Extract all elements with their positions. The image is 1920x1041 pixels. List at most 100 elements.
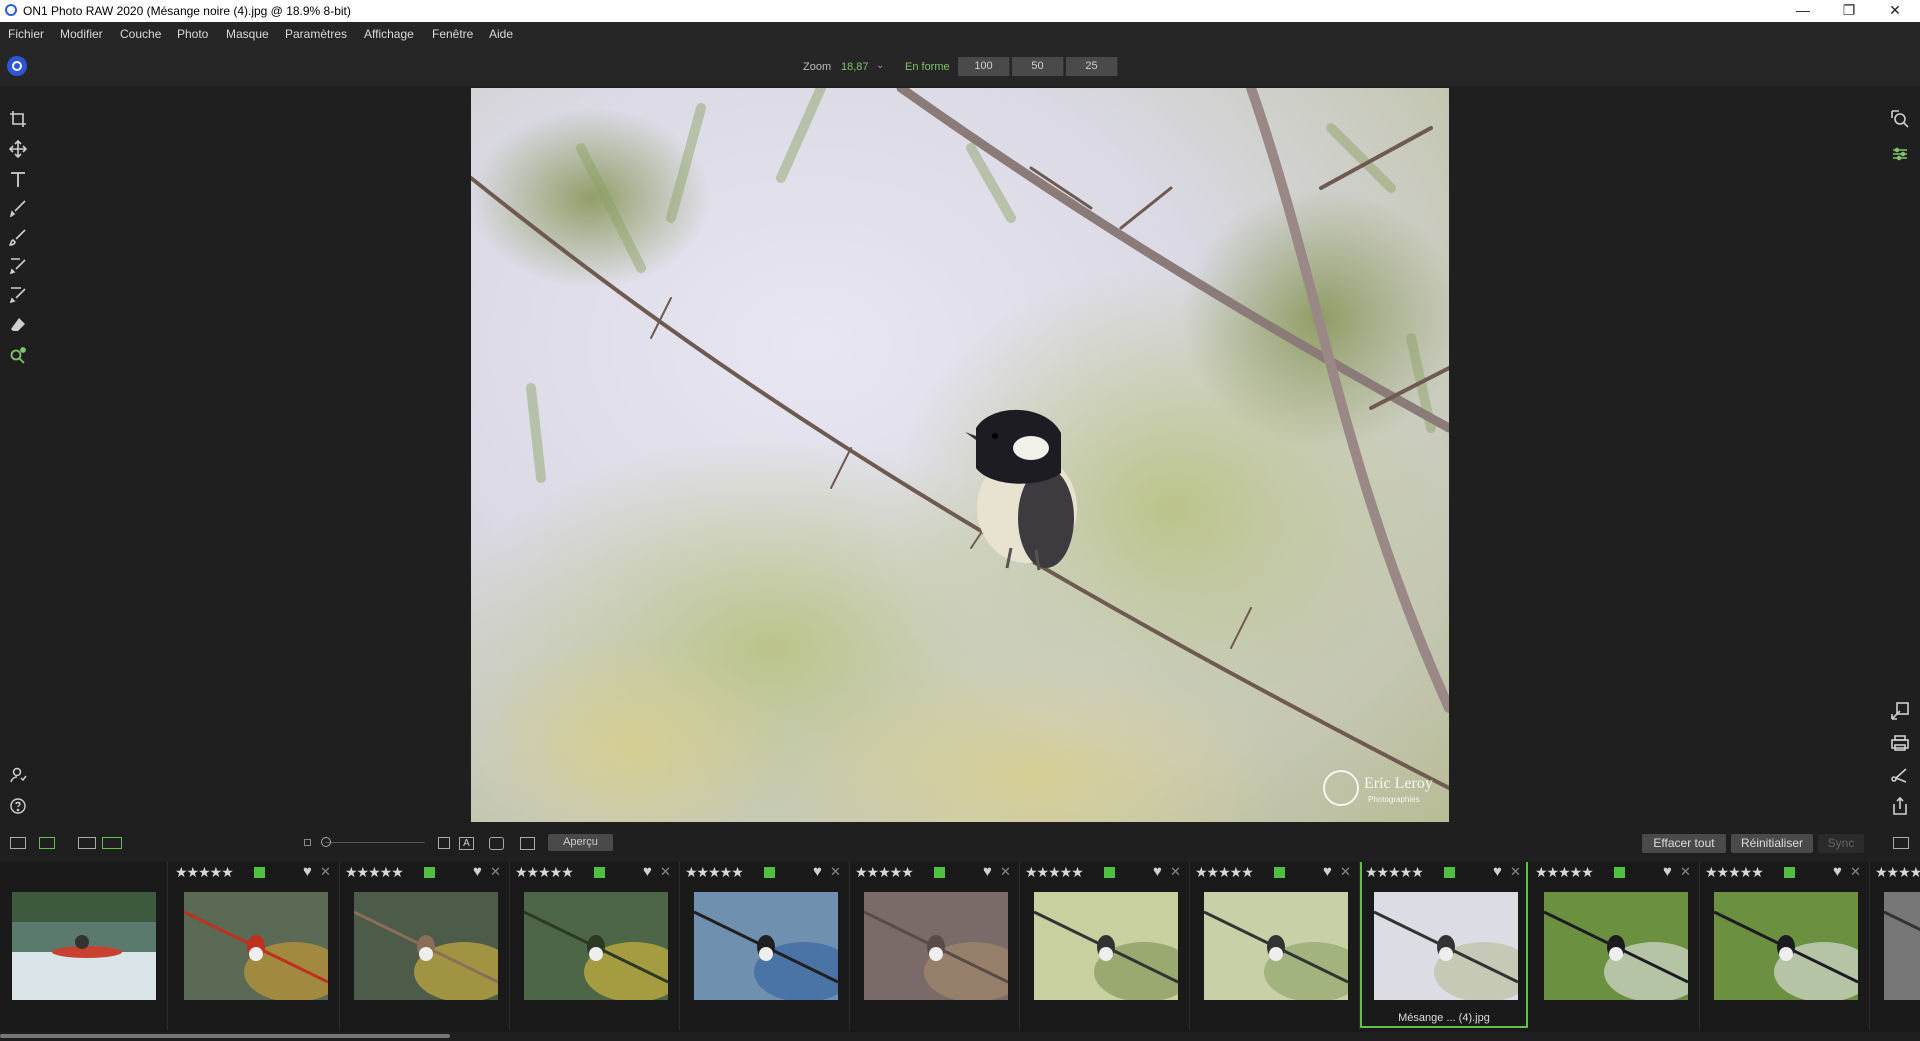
heart-icon[interactable]: ♥ <box>1663 863 1672 880</box>
filmstrip-thumb[interactable]: ★★★★★♥✕ <box>1192 862 1360 1030</box>
user-icon[interactable] <box>6 764 30 786</box>
reject-icon[interactable]: ✕ <box>1510 864 1521 880</box>
reject-icon[interactable]: ✕ <box>1170 864 1181 880</box>
menu-masque[interactable]: Masque <box>226 27 269 41</box>
zoom-100-button[interactable]: 100 <box>958 57 1010 76</box>
zoom-50-button[interactable]: 50 <box>1012 57 1064 76</box>
rating-stars[interactable]: ★★★★★ <box>515 864 574 881</box>
close-button[interactable]: ✕ <box>1872 0 1918 22</box>
reject-icon[interactable]: ✕ <box>830 864 841 880</box>
reinitialiser-button[interactable]: Réinitialiser <box>1731 834 1813 853</box>
heart-icon[interactable]: ♥ <box>643 863 652 880</box>
crop-icon[interactable] <box>6 108 30 130</box>
heart-icon[interactable]: ♥ <box>1833 863 1842 880</box>
rating-stars[interactable]: ★★★★★ <box>1705 864 1764 881</box>
thumbnail-image[interactable] <box>354 892 498 1000</box>
reject-icon[interactable]: ✕ <box>1340 864 1351 880</box>
zoom-value[interactable]: 18,87 <box>841 61 869 73</box>
color-label-icon[interactable] <box>764 867 775 878</box>
text-icon[interactable] <box>6 168 30 190</box>
reject-icon[interactable]: ✕ <box>1850 864 1861 880</box>
thumbnail-image[interactable] <box>524 892 668 1000</box>
filmstrip-thumb[interactable] <box>0 862 168 1030</box>
rating-stars[interactable]: ★★★★★ <box>175 864 234 881</box>
filmstrip-thumb[interactable]: ★★★★★ ♥ ✕ Mésange ... (4).jpg <box>1360 862 1528 1028</box>
zoom-fit-button[interactable]: En forme <box>905 61 950 73</box>
minimize-button[interactable]: — <box>1780 0 1826 22</box>
single-view-icon[interactable] <box>78 837 96 849</box>
menu-modifier[interactable]: Modifier <box>60 27 103 41</box>
color-label-icon[interactable] <box>1444 867 1455 878</box>
filmstrip-thumb[interactable]: ★★★★★ ♥ ✕ <box>172 862 340 1030</box>
thumbnail-image[interactable] <box>12 892 156 1000</box>
thumbnail-image[interactable] <box>1034 892 1178 1000</box>
brush-icon[interactable] <box>6 197 30 219</box>
filmstrip-view-icon[interactable] <box>39 837 55 849</box>
reject-icon[interactable]: ✕ <box>320 864 331 880</box>
rating-stars[interactable]: ★★★★★ <box>1025 864 1084 881</box>
menu-affichage[interactable]: Affichage <box>364 27 414 41</box>
filmstrip-thumb[interactable]: ★★★★★ ♥ ✕ <box>512 862 680 1030</box>
menu-parametres[interactable]: Paramètres <box>285 27 347 41</box>
color-label-icon[interactable] <box>1784 867 1795 878</box>
compare-view-icon[interactable] <box>102 837 122 849</box>
rating-stars[interactable]: ★★★★★ <box>855 864 914 881</box>
apercu-button[interactable]: Aperçu <box>548 834 613 851</box>
thumbnail-image[interactable] <box>1714 892 1858 1000</box>
filmstrip-thumb[interactable]: ★★★★★♥✕ <box>682 862 850 1030</box>
heart-icon[interactable]: ♥ <box>303 863 312 880</box>
rating-stars[interactable]: ★★★★★ <box>685 864 744 881</box>
heart-icon[interactable]: ♥ <box>1493 863 1502 880</box>
thumbnail-image[interactable] <box>1374 892 1518 1000</box>
split-view-icon[interactable] <box>10 837 26 849</box>
rating-stars[interactable]: ★★★★★ <box>1365 864 1424 881</box>
filmstrip-scrollbar[interactable] <box>0 1034 450 1038</box>
thumbnail-image[interactable] <box>694 892 838 1000</box>
reject-icon[interactable]: ✕ <box>490 864 501 880</box>
color-label-icon[interactable] <box>254 867 265 878</box>
send-icon[interactable] <box>1888 763 1912 785</box>
thumbnail-image[interactable] <box>1544 892 1688 1000</box>
color-label-icon[interactable] <box>934 867 945 878</box>
color-label-icon[interactable] <box>594 867 605 878</box>
menu-aide[interactable]: Aide <box>489 27 513 41</box>
panel-toggle-icon[interactable] <box>1893 837 1909 849</box>
thumbnail-image[interactable] <box>864 892 1008 1000</box>
line-mask-icon[interactable] <box>6 283 30 305</box>
color-label-icon[interactable] <box>1274 867 1285 878</box>
color-label-icon[interactable] <box>424 867 435 878</box>
rating-stars[interactable]: ★★★★★ <box>345 864 404 881</box>
zoom-view-icon[interactable] <box>1888 108 1912 130</box>
rating-stars[interactable]: ★★★★★ <box>1195 864 1254 881</box>
print-icon[interactable] <box>1888 732 1912 754</box>
filmstrip-thumb[interactable]: ★★★★★ ♥ ✕ <box>1702 862 1870 1030</box>
heart-icon[interactable]: ♥ <box>1153 863 1162 880</box>
rating-stars[interactable]: ★★★★★ <box>1535 864 1594 881</box>
main-photo[interactable]: Eric Leroy Photographies <box>471 88 1449 822</box>
menu-photo[interactable]: Photo <box>177 27 208 41</box>
zoom-25-button[interactable]: 25 <box>1066 57 1118 76</box>
sync-button[interactable]: Sync <box>1818 834 1864 853</box>
color-label-icon[interactable] <box>1104 867 1115 878</box>
thumbnail-image[interactable] <box>1884 892 1920 1000</box>
reject-icon[interactable]: ✕ <box>1680 864 1691 880</box>
restore-button[interactable]: ❐ <box>1826 0 1872 22</box>
filmstrip-thumb[interactable]: ★★★★★ ♥ ✕ <box>852 862 1020 1030</box>
retouch-brush-icon[interactable] <box>6 254 30 276</box>
before-after-icon[interactable] <box>520 837 535 850</box>
heart-icon[interactable]: ♥ <box>983 863 992 880</box>
masking-brush-icon[interactable] <box>6 226 30 248</box>
color-label-icon[interactable] <box>1614 867 1625 878</box>
menu-fenetre[interactable]: Fenêtre <box>432 27 473 41</box>
menu-fichier[interactable]: Fichier <box>8 27 44 41</box>
filmstrip-thumb[interactable]: ★★★★★♥✕ <box>1872 862 1920 1030</box>
thumbnail-image[interactable] <box>1204 892 1348 1000</box>
chevron-down-icon[interactable]: ⌄ <box>876 60 884 71</box>
zoom-tool-icon[interactable] <box>6 345 30 367</box>
reject-icon[interactable]: ✕ <box>1000 864 1011 880</box>
thumbnail-image[interactable] <box>184 892 328 1000</box>
show-original-icon[interactable] <box>438 837 450 849</box>
reject-icon[interactable]: ✕ <box>660 864 671 880</box>
adjustments-icon[interactable] <box>1888 143 1912 165</box>
filmstrip-thumb[interactable]: ★★★★★ ♥ ✕ <box>1022 862 1190 1030</box>
